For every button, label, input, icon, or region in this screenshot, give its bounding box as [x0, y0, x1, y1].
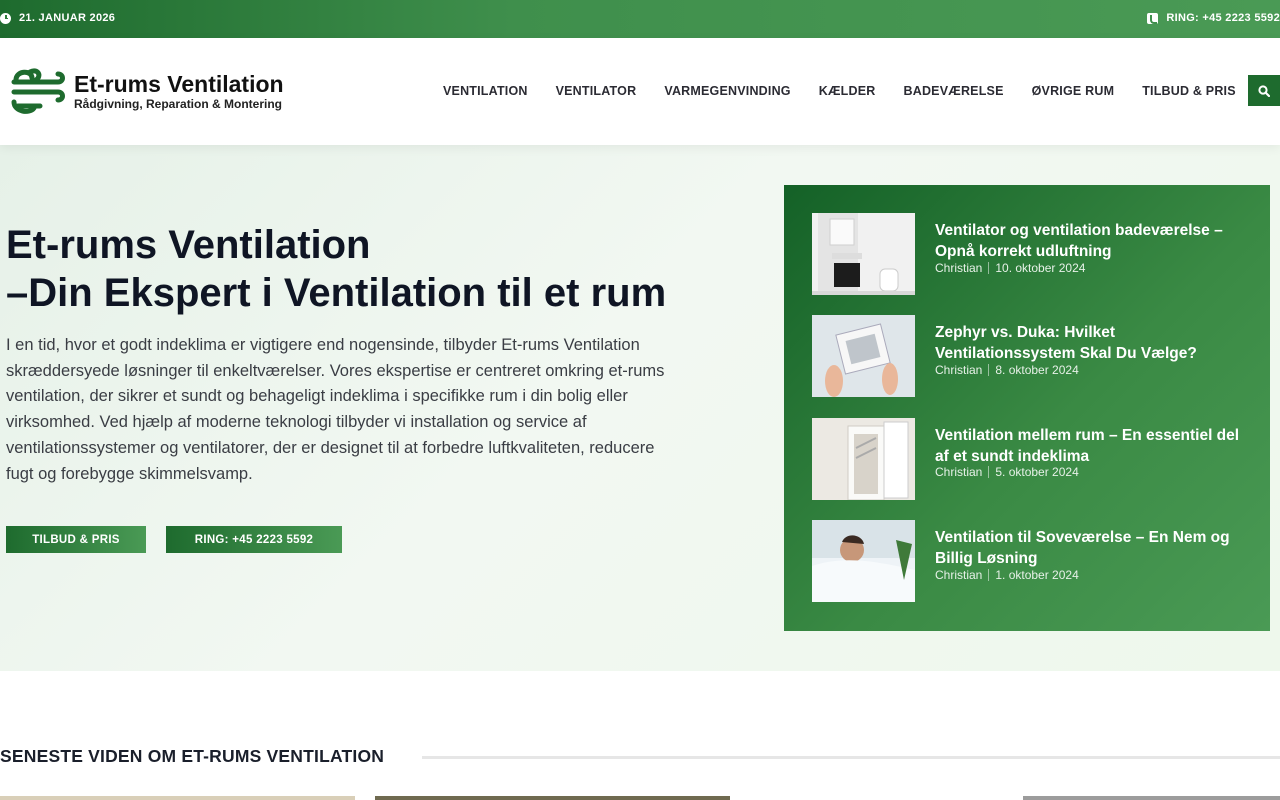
post-item[interactable]: Ventilation mellem rum – En essentiel de… [812, 418, 1252, 501]
article-card-image[interactable] [0, 796, 355, 800]
search-button[interactable] [1248, 75, 1280, 106]
meta-divider [988, 262, 990, 274]
post-meta: Christian 8. oktober 2024 [935, 363, 1079, 377]
post-date: 5. oktober 2024 [995, 465, 1079, 479]
hero-title-line2: –Din Ekspert i Ventilation til et rum [6, 271, 667, 315]
nav-item-kaelder[interactable]: KÆLDER [819, 84, 876, 98]
site-header: Et-rums Ventilation Rådgivning, Reparati… [0, 38, 1280, 145]
meta-divider [988, 364, 990, 376]
phone-link[interactable]: RING: +45 2223 5592 [1147, 12, 1280, 24]
logo-airflow-icon [11, 68, 65, 114]
article-card-image[interactable] [1023, 796, 1280, 800]
nav-item-ventilator[interactable]: VENTILATOR [556, 84, 637, 98]
post-date: 8. oktober 2024 [995, 363, 1079, 377]
nav-item-tilbud-pris[interactable]: TILBUD & PRIS [1142, 84, 1236, 98]
call-button[interactable]: RING: +45 2223 5592 [166, 526, 342, 553]
search-icon [1258, 84, 1270, 97]
hero-title: Et-rums Ventilation –Din Ekspert i Venti… [6, 221, 706, 317]
post-author: Christian [935, 363, 983, 377]
logo-title: Et-rums Ventilation [74, 71, 284, 97]
post-item[interactable]: Ventilator og ventilation badeværelse – … [812, 213, 1252, 296]
phone-text[interactable]: RING: +45 2223 5592 [1166, 12, 1280, 24]
hero-section: Et-rums Ventilation –Din Ekspert i Venti… [0, 145, 1280, 671]
post-title[interactable]: Zephyr vs. Duka: Hvilket Ventilationssys… [935, 323, 1245, 364]
nav-item-ovrige-rum[interactable]: ØVRIGE RUM [1032, 84, 1115, 98]
post-title[interactable]: Ventilator og ventilation badeværelse – … [935, 221, 1245, 262]
post-title[interactable]: Ventilation mellem rum – En essentiel de… [935, 426, 1245, 467]
post-thumbnail-vent-grille[interactable] [812, 315, 915, 397]
site-logo[interactable]: Et-rums Ventilation Rådgivning, Reparati… [10, 66, 284, 116]
hero-title-line1: Et-rums Ventilation [6, 223, 371, 267]
date-text: 21. JANUAR 2026 [19, 12, 116, 24]
post-meta: Christian 5. oktober 2024 [935, 465, 1079, 479]
post-title[interactable]: Ventilation til Soveværelse – En Nem og … [935, 528, 1245, 569]
top-bar: 21. JANUAR 2026 RING: +45 2223 5592 [0, 0, 1280, 38]
hero-intro: I en tid, hvor et godt indeklima er vigt… [6, 336, 665, 483]
logo-tagline: Rådgivning, Reparation & Montering [74, 97, 283, 111]
latest-section-heading: SENESTE VIDEN OM ET-RUMS VENTILATION [0, 746, 385, 766]
date-display: 21. JANUAR 2026 [0, 12, 115, 24]
phone-icon [1147, 12, 1159, 24]
post-author: Christian [935, 261, 983, 275]
clock-icon [0, 12, 11, 24]
post-thumbnail-bathroom[interactable] [812, 213, 915, 295]
nav-item-ventilation[interactable]: VENTILATION [443, 84, 528, 98]
heading-divider [422, 756, 1280, 759]
post-author: Christian [935, 568, 983, 582]
offer-button[interactable]: TILBUD & PRIS [6, 526, 146, 553]
post-date: 1. oktober 2024 [995, 568, 1079, 582]
nav-item-badevaerelse[interactable]: BADEVÆRELSE [903, 84, 1003, 98]
post-thumbnail-room-door[interactable] [812, 418, 915, 500]
meta-divider [988, 466, 990, 478]
post-item[interactable]: Zephyr vs. Duka: Hvilket Ventilationssys… [812, 315, 1252, 398]
article-card-image[interactable] [375, 796, 730, 800]
nav-item-varmegenvinding[interactable]: VARMEGENVINDING [664, 84, 790, 98]
post-author: Christian [935, 465, 983, 479]
post-date: 10. oktober 2024 [995, 261, 1086, 275]
post-thumbnail-bedroom[interactable] [812, 520, 915, 602]
meta-divider [988, 569, 990, 581]
recent-posts-box: Ventilator og ventilation badeværelse – … [784, 185, 1270, 631]
post-meta: Christian 10. oktober 2024 [935, 261, 1085, 275]
post-item[interactable]: Ventilation til Soveværelse – En Nem og … [812, 520, 1252, 603]
main-nav: VENTILATION VENTILATOR VARMEGENVINDING K… [443, 84, 1236, 98]
post-meta: Christian 1. oktober 2024 [935, 568, 1079, 582]
